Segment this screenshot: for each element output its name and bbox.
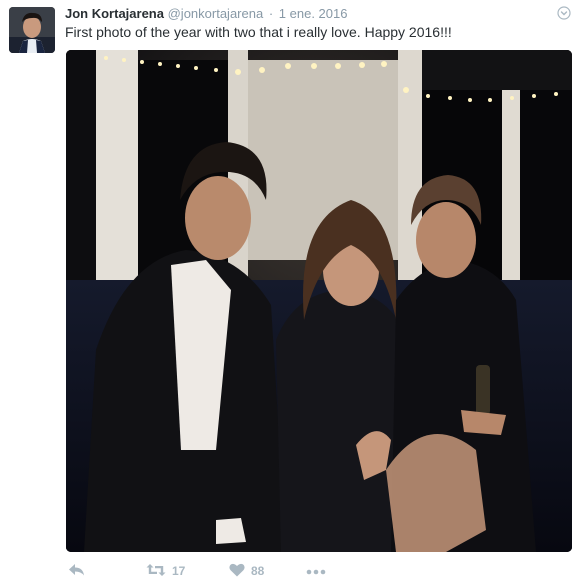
author-fullname[interactable]: Jon Kortajarena [65,6,164,21]
tweet-header: Jon Kortajarena @jonkortajarena · 1 ene.… [65,6,553,22]
retweet-button[interactable]: 17 [146,562,185,580]
avatar[interactable] [9,7,55,53]
tweet-timestamp[interactable]: 1 ene. 2016 [279,6,348,21]
like-count: 88 [251,564,265,578]
author-username[interactable]: @jonkortajarena [168,6,264,21]
chevron-down-icon[interactable] [557,6,571,20]
reply-button[interactable] [68,562,86,580]
tweet-text: First photo of the year with two that i … [65,24,452,40]
header-separator: · [268,6,274,21]
heart-icon [229,563,245,580]
retweet-count: 17 [172,564,186,578]
tweet-photo[interactable] [66,50,572,552]
tweet-actions: 17 88 [66,560,573,582]
more-button[interactable] [306,562,326,580]
tweet: Jon Kortajarena @jonkortajarena · 1 ene.… [0,0,583,587]
reply-icon [68,563,86,580]
retweet-icon [146,563,166,580]
like-button[interactable]: 88 [229,562,264,580]
more-dots-icon [306,564,326,578]
